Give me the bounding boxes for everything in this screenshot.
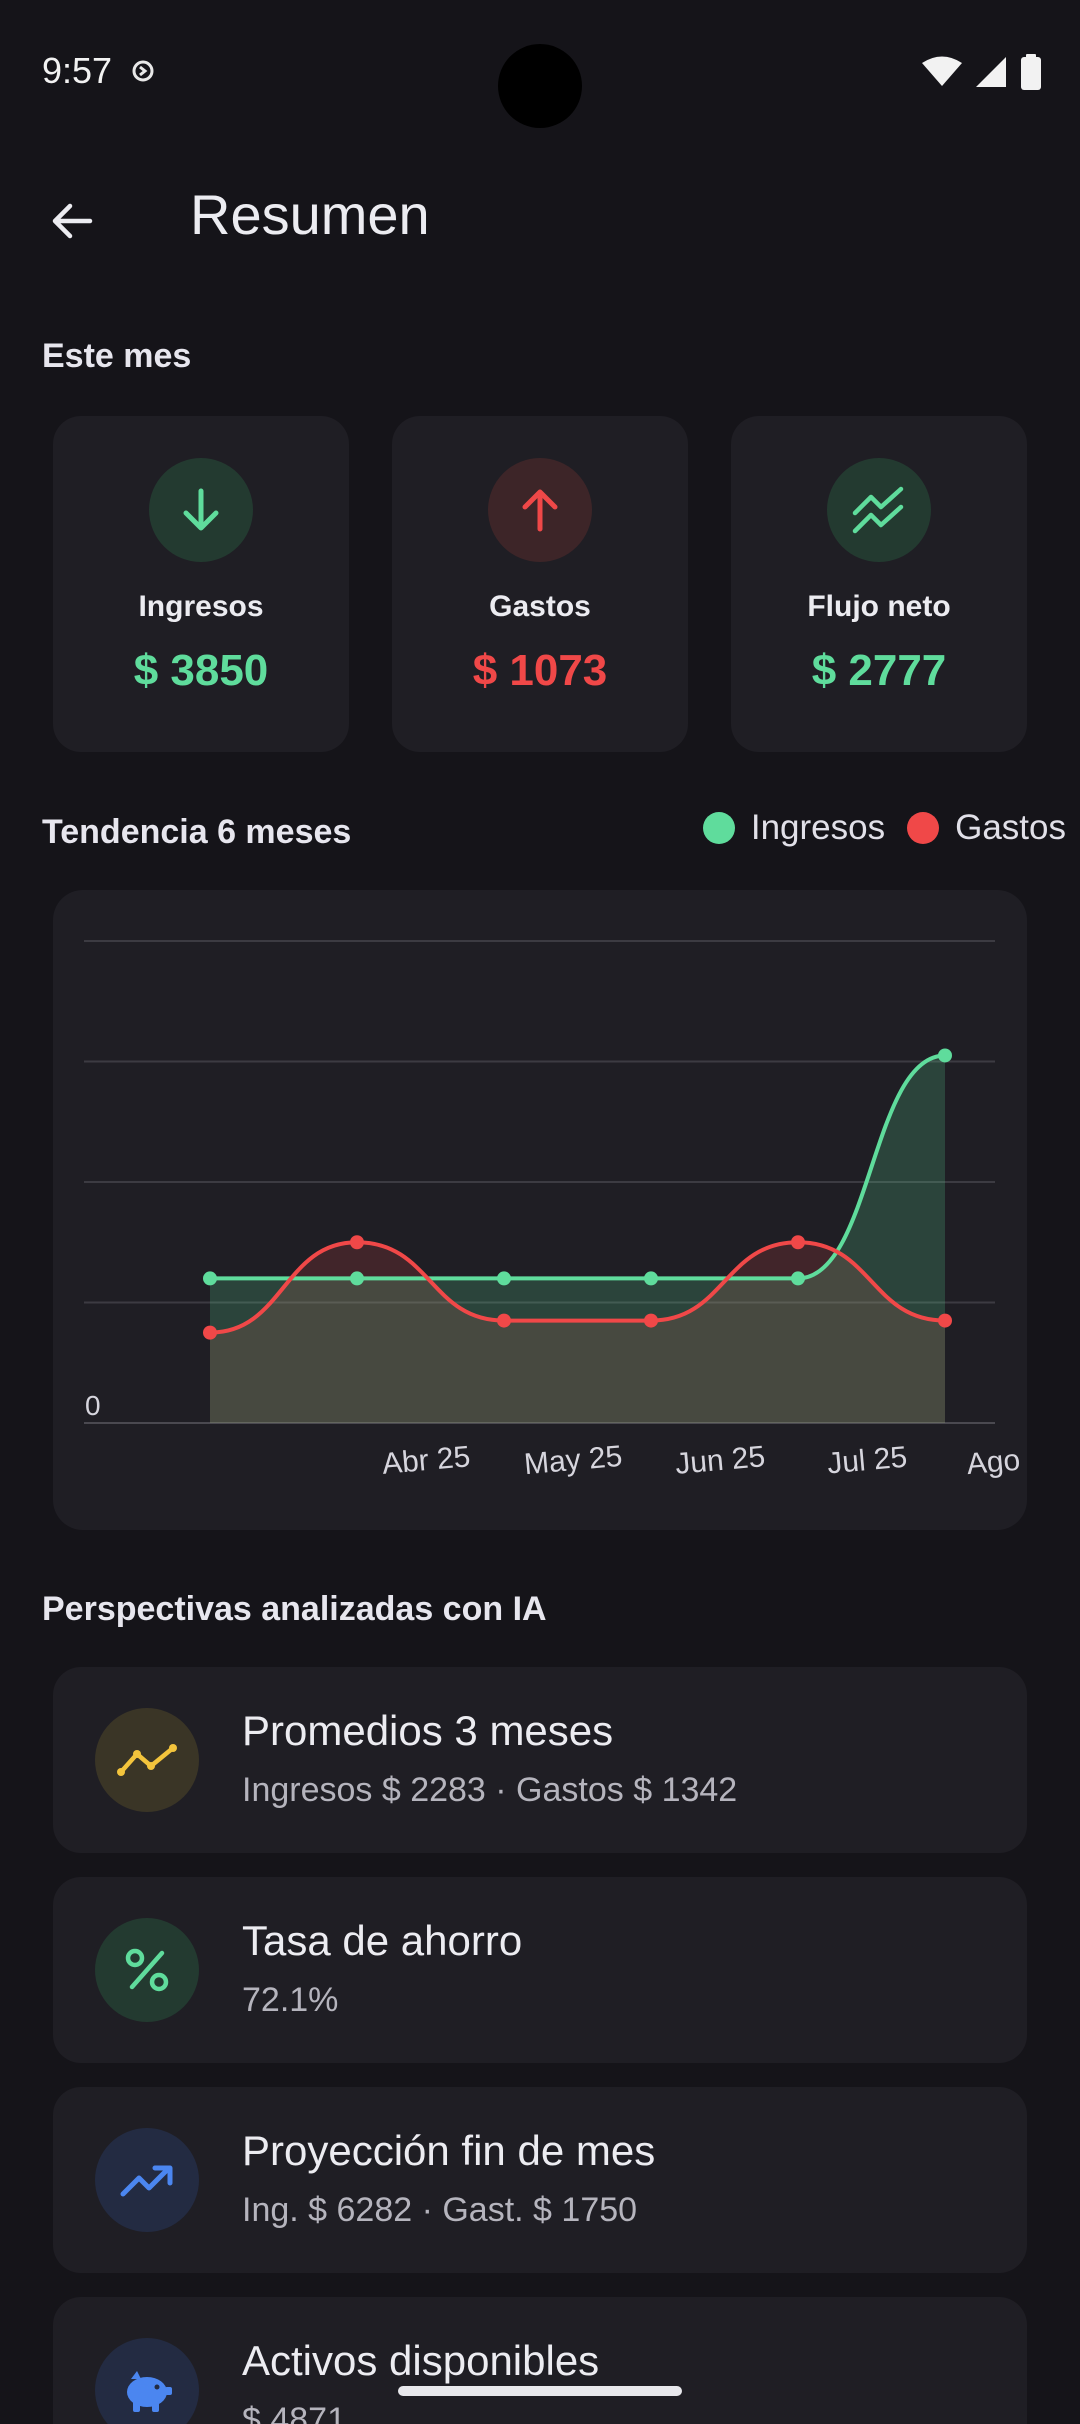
data-point-gastos [938, 1313, 952, 1328]
arrow-left-icon [52, 203, 93, 239]
x-tick-label: Jul 25 [826, 1441, 909, 1481]
page-title: Resumen [190, 183, 430, 246]
assets-icon-circle [95, 2338, 199, 2424]
status-icons [922, 52, 1042, 92]
net-flow-value: $ 2777 [811, 646, 947, 695]
arrow-up-icon [522, 489, 558, 532]
trend-label: Tendencia 6 meses [42, 813, 352, 851]
status-bar: 9:57 [0, 0, 1080, 140]
net-flow-label: Flujo neto [807, 590, 951, 623]
legend-expenses-dot [907, 812, 940, 844]
app-bar: Resumen [0, 160, 1080, 270]
series-line-ingresos [208, 1053, 947, 1281]
kpi-row: Ingresos $ 3850 Gastos $ 1073 Flujo neto… [53, 416, 1027, 752]
insight-card-assets[interactable]: Activos disponibles $ 4871 [53, 2297, 1027, 2424]
income-card[interactable]: Ingresos $ 3850 [53, 416, 349, 752]
data-point-ingresos [644, 1271, 658, 1286]
percent-icon [125, 1948, 169, 1992]
piggy-bank-icon [127, 2371, 172, 2412]
x-tick-label: Abr 25 [381, 1440, 472, 1481]
trend-chart: 0 Abr 25 May 25 Jun 25 Jul 25 Ago 25 [84, 940, 1027, 1481]
x-tick-label: Ago 25 [965, 1440, 1027, 1481]
averages-subtitle: Ingresos $ 2283 · Gastos $ 1342 [242, 1771, 738, 1809]
legend-expenses: Gastos [907, 808, 1066, 848]
projection-icon-circle [95, 2128, 199, 2232]
home-indicator[interactable] [398, 2386, 682, 2396]
y-zero-label: 0 [85, 1390, 101, 1421]
income-value: $ 3850 [133, 646, 269, 695]
insight-card-savings-rate[interactable]: Tasa de ahorro 72.1% [53, 1877, 1027, 2063]
savings-title: Tasa de ahorro [242, 1917, 523, 1964]
net-flow-icon-circle [827, 458, 931, 562]
averages-icon-circle [95, 1708, 199, 1812]
expenses-card[interactable]: Gastos $ 1073 [392, 416, 688, 752]
status-time: 9:57 [42, 50, 113, 91]
battery-icon [1021, 54, 1041, 90]
data-point-gastos [350, 1235, 364, 1250]
notification-icon [132, 60, 154, 82]
assets-subtitle: $ 4871 [242, 2401, 346, 2424]
legend-income-dot [702, 812, 735, 844]
trending-up-icon [120, 2165, 173, 2197]
averages-title: Promedios 3 meses [242, 1707, 614, 1754]
back-button[interactable] [36, 185, 108, 257]
insights-label: Perspectivas analizadas con IA [42, 1590, 547, 1628]
legend-expenses-label: Gastos [955, 808, 1066, 847]
savings-icon-circle [95, 1918, 199, 2022]
wifi-icon [922, 56, 962, 86]
trend-lines-icon [852, 486, 904, 534]
expenses-label: Gastos [489, 590, 591, 623]
insight-card-projection[interactable]: Proyección fin de mes Ing. $ 6282 · Gast… [53, 2087, 1027, 2273]
chart-legend: Ingresos Gastos [702, 808, 1066, 848]
projection-subtitle: Ing. $ 6282 · Gast. $ 1750 [242, 2191, 638, 2229]
savings-subtitle: 72.1% [242, 1981, 339, 2019]
arrow-down-icon [183, 488, 219, 531]
expenses-value: $ 1073 [472, 646, 608, 695]
income-icon-circle [149, 458, 253, 562]
x-tick-label: Jun 25 [674, 1440, 767, 1481]
insight-card-averages[interactable]: Promedios 3 meses Ingresos $ 2283 · Gast… [53, 1667, 1027, 1853]
data-point-ingresos [791, 1271, 805, 1286]
data-point-gastos [203, 1325, 217, 1340]
data-point-ingresos [203, 1271, 217, 1286]
signal-icon [976, 57, 1006, 87]
data-point-gastos [497, 1313, 511, 1328]
data-point-ingresos [350, 1271, 364, 1286]
data-point-gastos [791, 1235, 805, 1250]
projection-title: Proyección fin de mes [242, 2127, 656, 2174]
series-area-ingresos [210, 1055, 945, 1423]
this-month-label: Este mes [42, 337, 192, 375]
trend-chart-card: 0 Abr 25 May 25 Jun 25 Jul 25 Ago 25 [53, 890, 1027, 1530]
data-point-gastos [644, 1313, 658, 1328]
data-point-ingresos [938, 1048, 952, 1063]
camera-cutout [498, 44, 582, 128]
line-trend-icon [117, 1744, 177, 1776]
legend-income: Ingresos [702, 808, 886, 848]
data-point-ingresos [497, 1271, 511, 1286]
expenses-icon-circle [488, 458, 592, 562]
net-flow-card[interactable]: Flujo neto $ 2777 [731, 416, 1027, 752]
income-label: Ingresos [138, 590, 264, 623]
assets-title: Activos disponibles [242, 2337, 600, 2384]
legend-income-label: Ingresos [750, 808, 886, 847]
x-tick-label: May 25 [523, 1440, 624, 1481]
